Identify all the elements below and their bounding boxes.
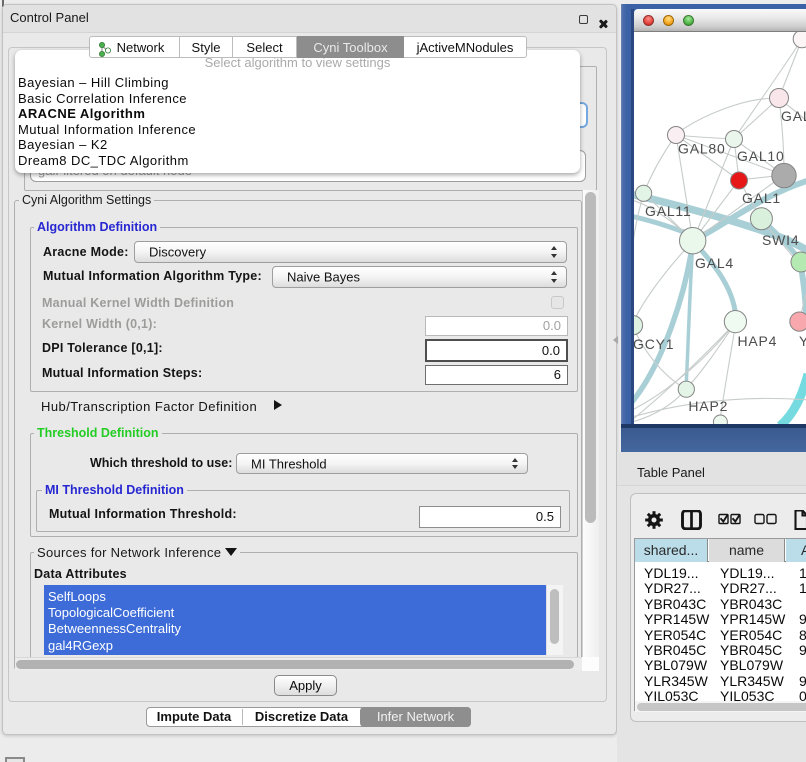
- svg-text:GAL4: GAL4: [695, 255, 734, 271]
- svg-text:HAP2: HAP2: [688, 398, 728, 414]
- svg-text:GAL10: GAL10: [737, 148, 785, 164]
- svg-text:GAL80: GAL80: [678, 141, 726, 157]
- svg-text:SWI4: SWI4: [762, 232, 799, 248]
- svg-text:HAP4: HAP4: [738, 333, 778, 349]
- svg-text:GAL11: GAL11: [645, 203, 692, 219]
- svg-text:YM: YM: [799, 333, 806, 349]
- svg-text:GCY1: GCY1: [634, 336, 674, 352]
- svg-text:GAL7: GAL7: [781, 108, 806, 124]
- svg-text:GAL1: GAL1: [742, 190, 781, 206]
